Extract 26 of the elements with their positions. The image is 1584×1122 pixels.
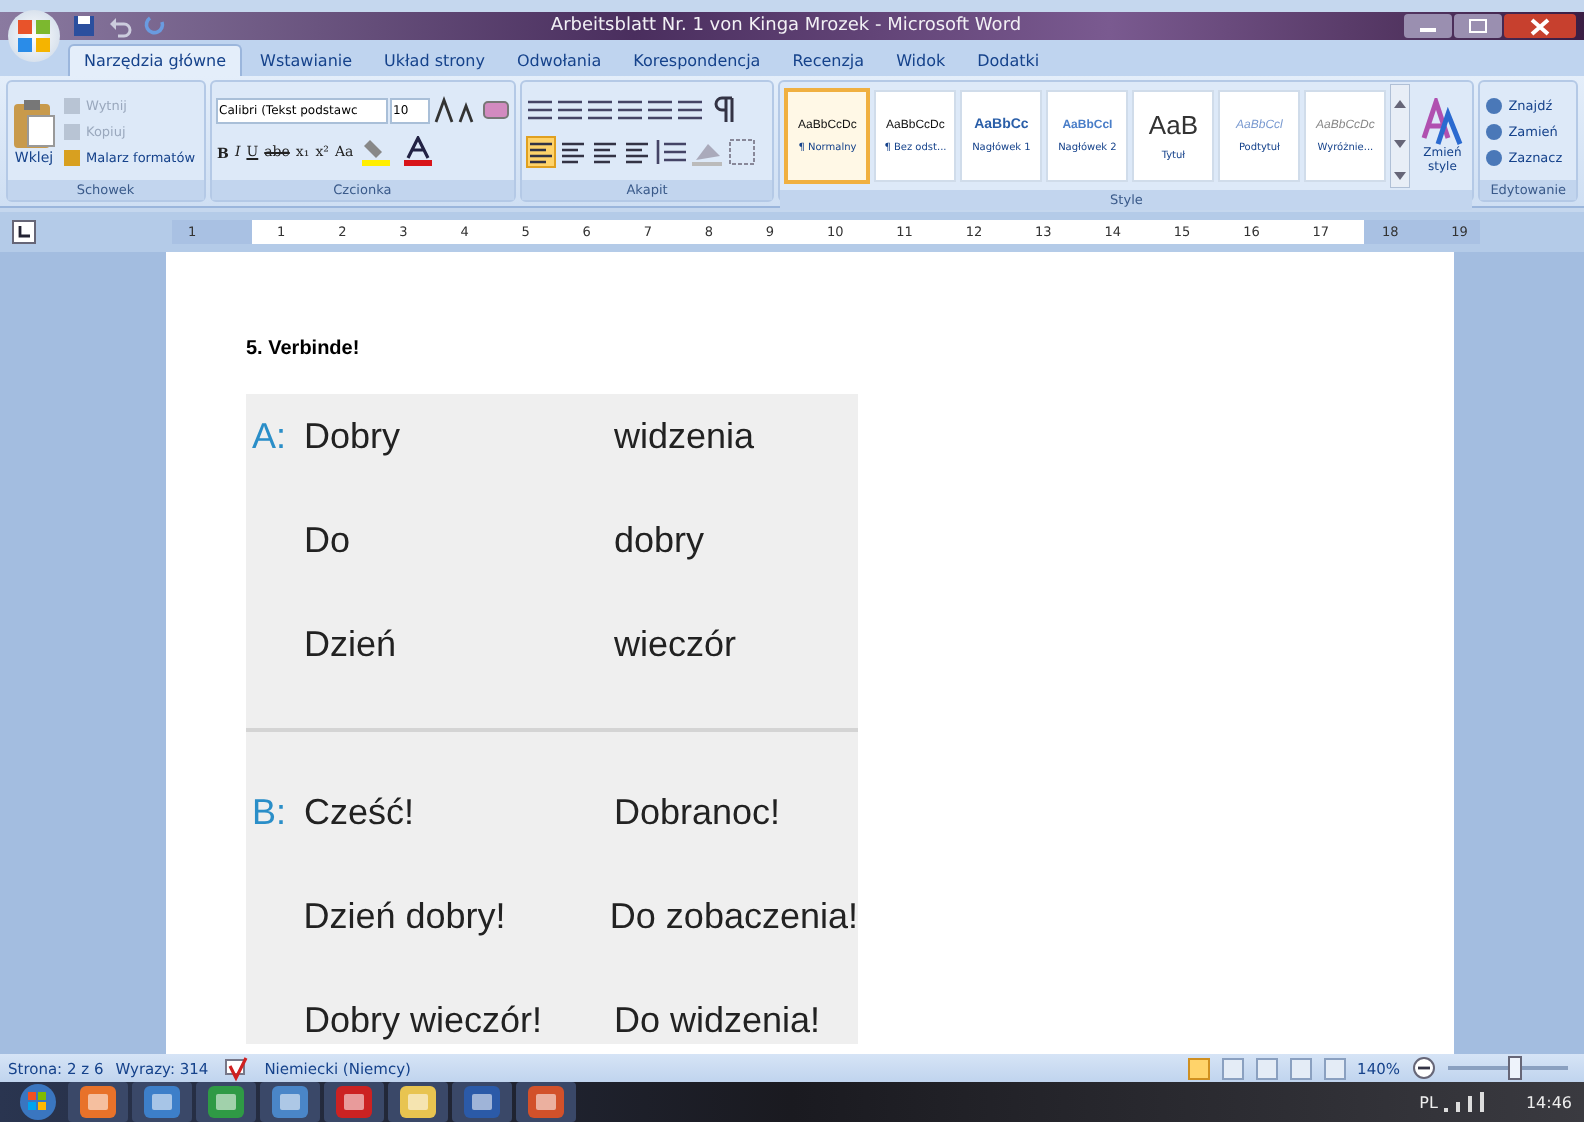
word: Do zobaczenia! xyxy=(609,895,858,937)
word: Do xyxy=(304,519,353,561)
ribbon-tab[interactable]: Recenzja xyxy=(778,46,879,76)
word: Dzień xyxy=(304,623,399,665)
word: Dzień dobry! xyxy=(303,895,508,937)
word: widzenia xyxy=(614,415,755,457)
ribbon-tab[interactable]: Odwołania xyxy=(502,46,616,76)
section-letter: A: xyxy=(252,415,287,455)
ribbon-tab[interactable]: Korespondencja xyxy=(619,46,775,76)
word: Dobry wieczór! xyxy=(304,999,545,1041)
word: Dobry xyxy=(304,415,403,457)
word: Dobranoc! xyxy=(614,791,781,833)
ribbon-tab[interactable]: Widok xyxy=(882,46,960,76)
word: Do widzenia! xyxy=(614,999,821,1041)
word: Cześć! xyxy=(304,791,417,833)
window-title: Arbeitsblatt Nr. 1 von Kinga Mrozek - Microsoft Word xyxy=(548,16,1024,36)
ribbon-tab[interactable]: Wstawianie xyxy=(246,46,367,76)
language-indicator[interactable]: PL xyxy=(1419,1093,1438,1111)
exercise-heading: 5. Verbinde! xyxy=(246,338,362,360)
section-letter: B: xyxy=(252,791,287,831)
ribbon-tab[interactable]: Dodatki xyxy=(963,46,1054,76)
word: wieczór xyxy=(614,623,737,665)
word: dobry xyxy=(614,519,705,561)
ribbon-tab[interactable]: Układ strony xyxy=(370,46,499,76)
ribbon-tab[interactable]: Narzędzia główne xyxy=(68,44,243,76)
clock[interactable]: 14:46 xyxy=(1525,1093,1572,1111)
